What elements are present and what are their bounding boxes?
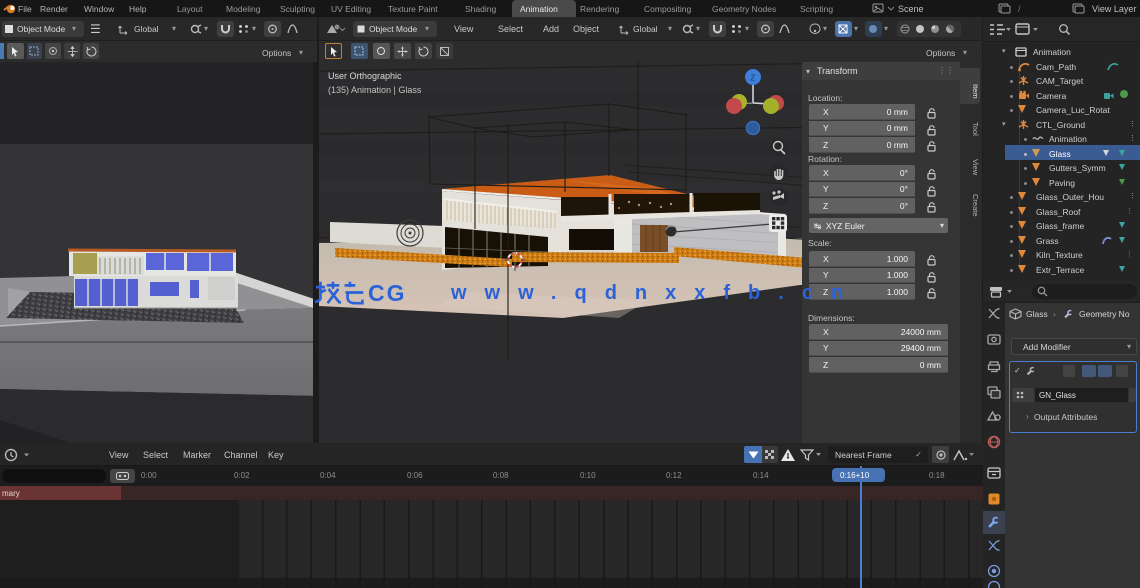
svg-text:Z: Z (751, 74, 756, 83)
svg-text:/: / (1018, 4, 1021, 14)
